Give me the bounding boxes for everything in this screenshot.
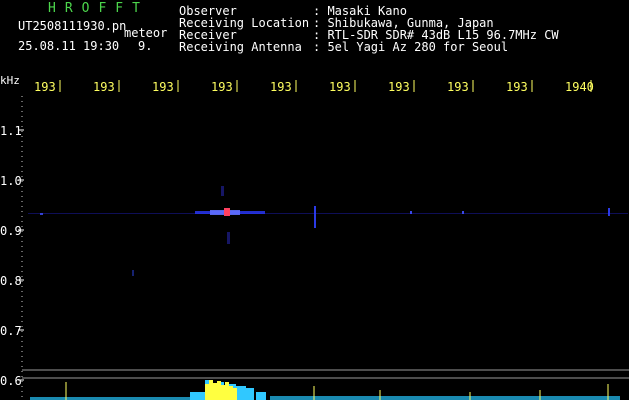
x-tick-label: 193 (211, 80, 233, 94)
x-tick-label: 193 (329, 80, 351, 94)
meteor-echo-faint (221, 186, 224, 196)
activity-peak (213, 383, 217, 400)
x-tick-label: 193 (34, 80, 56, 94)
activity-histogram (30, 380, 620, 400)
activity-peak (205, 384, 209, 400)
y-tick-label: 0.7 (0, 324, 22, 338)
signal-traces (28, 186, 628, 276)
x-tick-label: 193 (388, 80, 410, 94)
y-tick-label: 0.8 (0, 274, 22, 288)
echo-dot (40, 213, 43, 215)
activity-bar (246, 388, 254, 400)
meteor-echo-faint (227, 232, 230, 244)
activity-bar (270, 396, 620, 400)
y-tick-label: 1.0 (0, 174, 22, 188)
hrofft-spectrogram-window: HROFFT UT2508111930.pn meteor 25.08.11 1… (0, 0, 629, 400)
echo-vertical (314, 206, 316, 228)
y-tick-label: 0.9 (0, 224, 22, 238)
activity-peak (233, 388, 237, 400)
echo-dot (410, 211, 412, 214)
carrier-line (28, 213, 628, 214)
y-tick-label: 0.6 (0, 374, 22, 388)
activity-peak (209, 380, 213, 400)
x-tick-label: 193 (93, 80, 115, 94)
x-tick-label: 193 (270, 80, 292, 94)
spectrogram-plot (18, 80, 629, 400)
echo-dot (462, 211, 464, 214)
activity-peak (225, 382, 229, 400)
echo-vertical (608, 208, 610, 216)
activity-peak (221, 385, 225, 400)
x-tick-label: 1940 (565, 80, 594, 94)
activity-bar (236, 386, 246, 400)
activity-bar (256, 392, 266, 400)
meteor-echo-peak (224, 208, 230, 216)
grid-lines (18, 80, 629, 400)
activity-peak (217, 381, 221, 400)
x-tick-label: 193 (447, 80, 469, 94)
x-tick-label: 193 (152, 80, 174, 94)
x-tick-label: 193 (506, 80, 528, 94)
activity-peak (229, 386, 233, 400)
echo-dot (132, 270, 134, 276)
y-tick-label: 1.1 (0, 124, 22, 138)
